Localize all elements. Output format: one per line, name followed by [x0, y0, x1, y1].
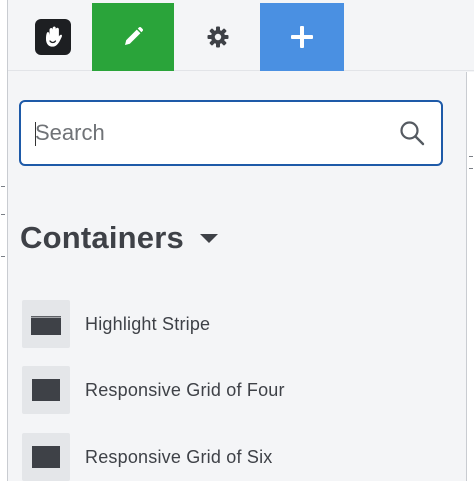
container-thumbnail-icon [22, 366, 70, 414]
container-thumbnail-icon [22, 300, 70, 348]
add-content-button[interactable] [260, 3, 344, 71]
search-field[interactable] [19, 100, 443, 166]
containers-section-toggle[interactable]: Containers [20, 218, 218, 258]
list-item-label: Highlight Stripe [85, 313, 211, 334]
logo-button[interactable] [16, 3, 90, 71]
list-item-label: Responsive Grid of Six [85, 446, 273, 467]
plus-icon [291, 26, 313, 48]
container-thumbnail-icon [22, 433, 70, 481]
toolbar [8, 0, 474, 71]
list-item-highlight-stripe[interactable]: Highlight Stripe [22, 300, 442, 348]
gear-icon [207, 26, 229, 48]
page-behind-strip [0, 0, 8, 481]
pencil-icon [125, 26, 144, 45]
search-input[interactable] [35, 102, 395, 164]
add-panel: Containers Highlight Stripe Responsive G… [8, 72, 466, 481]
text-cursor [35, 122, 36, 146]
search-icon[interactable] [399, 120, 425, 146]
edit-mode-button[interactable] [92, 3, 174, 71]
list-item-responsive-grid-six[interactable]: Responsive Grid of Six [22, 433, 442, 481]
list-item-responsive-grid-four[interactable]: Responsive Grid of Four [22, 366, 442, 414]
settings-button[interactable] [176, 3, 260, 71]
list-item-label: Responsive Grid of Four [85, 379, 285, 400]
caret-down-icon [199, 233, 218, 243]
page-behind-edge [466, 72, 474, 481]
page-frame: Containers Highlight Stripe Responsive G… [0, 0, 474, 481]
section-title: Containers [20, 220, 184, 255]
concrete-hand-logo-icon [35, 19, 71, 55]
